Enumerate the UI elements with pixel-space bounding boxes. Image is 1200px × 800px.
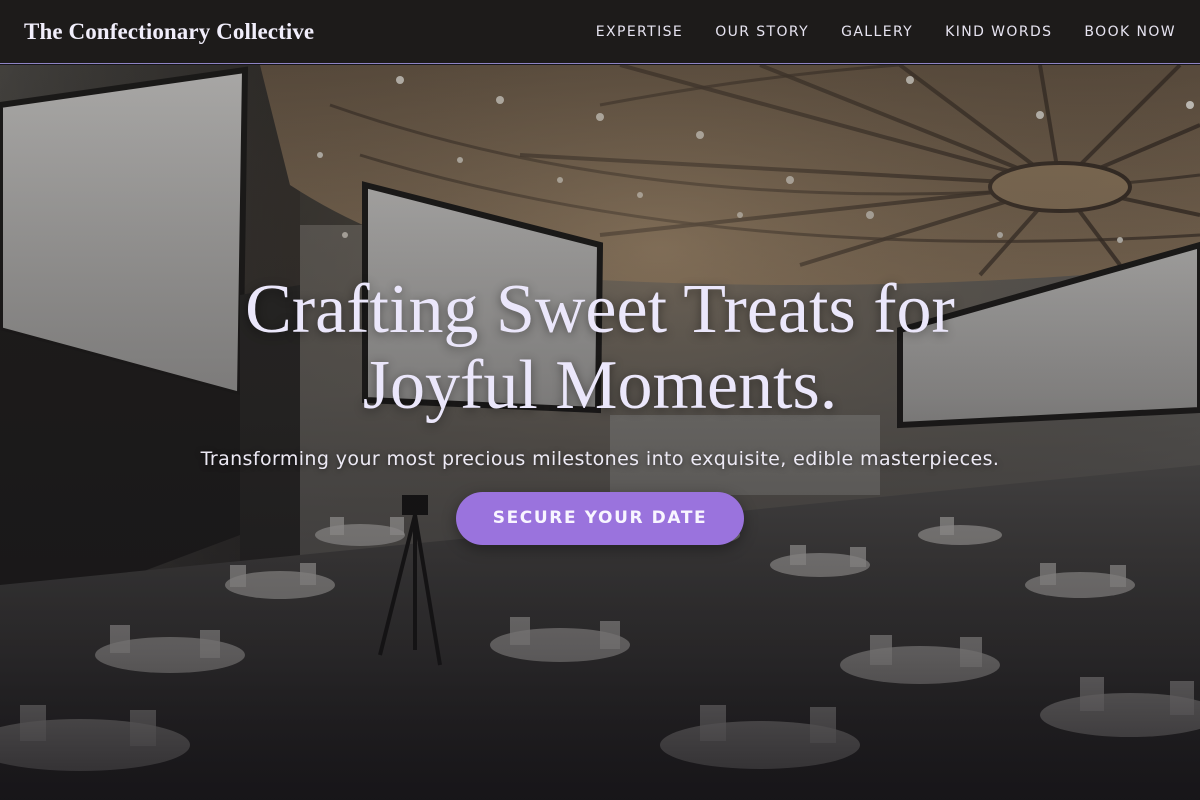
- hero-title-line-2: Joyful Moments.: [362, 347, 838, 424]
- hero-subtitle: Transforming your most precious mileston…: [200, 448, 1000, 470]
- nav-link-expertise[interactable]: EXPERTISE: [596, 24, 683, 40]
- site-header: The Confectionary Collective EXPERTISE O…: [0, 0, 1200, 64]
- nav-link-our-story[interactable]: OUR STORY: [715, 24, 809, 40]
- nav-link-kind-words[interactable]: KIND WORDS: [945, 24, 1052, 40]
- nav-link-gallery[interactable]: GALLERY: [841, 24, 913, 40]
- hero-section: Crafting Sweet Treats for Joyful Moments…: [0, 65, 1200, 800]
- secure-your-date-button[interactable]: SECURE YOUR DATE: [456, 492, 744, 545]
- hero-title: Crafting Sweet Treats for Joyful Moments…: [190, 272, 1010, 424]
- site-logo[interactable]: The Confectionary Collective: [24, 19, 314, 45]
- hero-content: Crafting Sweet Treats for Joyful Moments…: [0, 272, 1200, 545]
- main-nav: EXPERTISE OUR STORY GALLERY KIND WORDS B…: [564, 24, 1176, 40]
- nav-link-book-now[interactable]: BOOK NOW: [1084, 24, 1176, 40]
- hero-title-line-1: Crafting Sweet Treats for: [245, 271, 955, 348]
